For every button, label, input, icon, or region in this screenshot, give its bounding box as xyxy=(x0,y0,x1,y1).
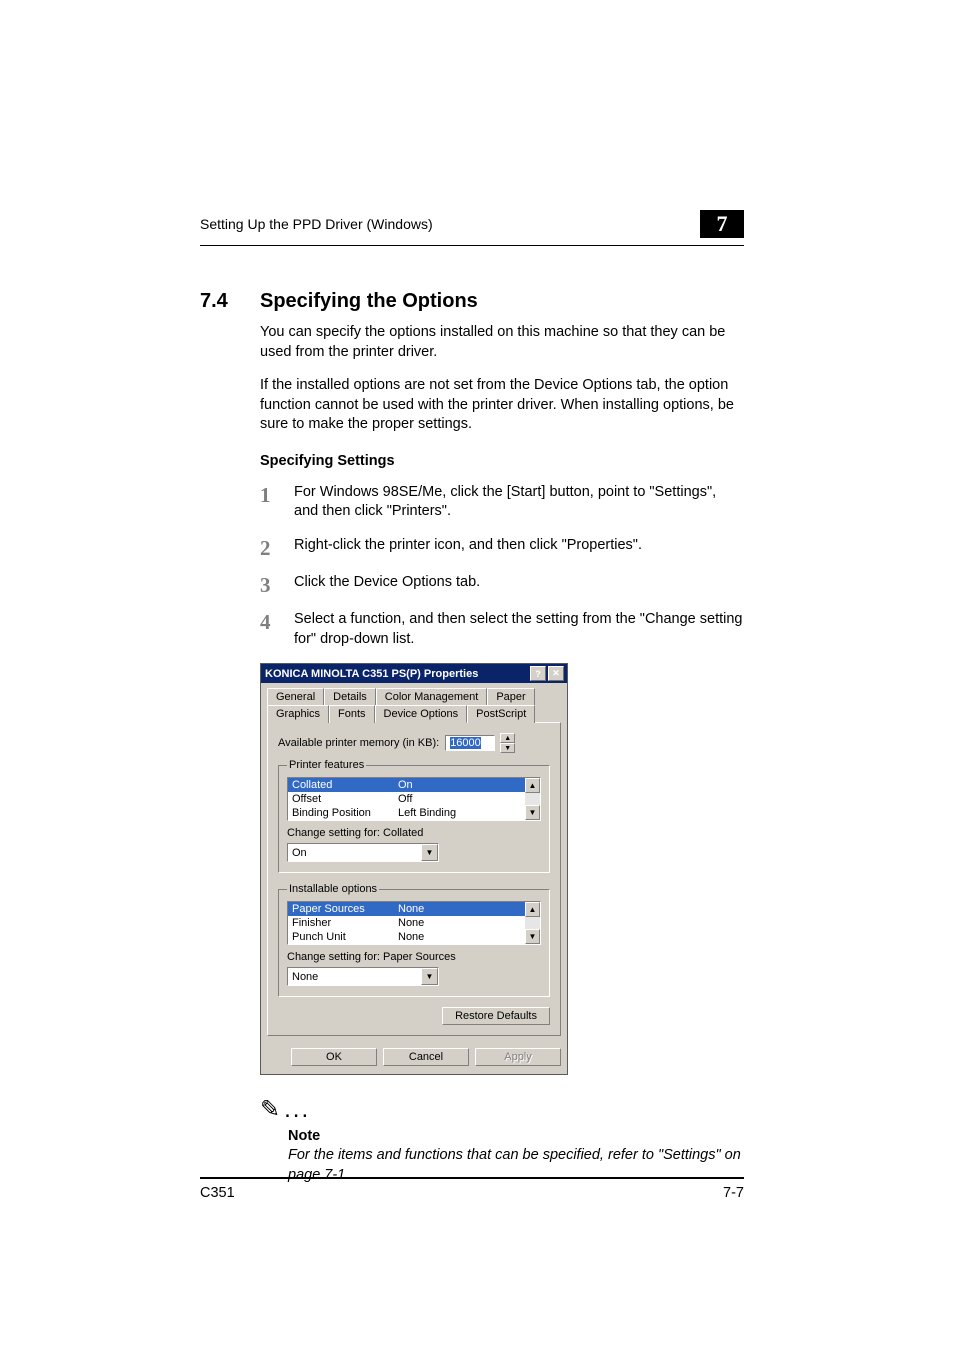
scroll-down-icon[interactable]: ▼ xyxy=(525,929,540,944)
list-item: CollatedOn xyxy=(288,778,525,792)
sub-heading: Specifying Settings xyxy=(260,453,744,469)
section-para-1: You can specify the options installed on… xyxy=(260,323,744,362)
tab-postscript[interactable]: PostScript xyxy=(467,705,535,723)
installable-options-legend: Installable options xyxy=(287,883,379,895)
available-memory-input[interactable]: 16000 xyxy=(445,735,495,751)
cancel-button[interactable]: Cancel xyxy=(383,1048,469,1066)
step-row: 3 Click the Device Options tab. xyxy=(260,573,744,596)
list-item: OffsetOff xyxy=(288,792,525,806)
list-item: Binding PositionLeft Binding xyxy=(288,806,525,820)
scroll-down-icon[interactable]: ▼ xyxy=(525,805,540,820)
tab-paper[interactable]: Paper xyxy=(487,688,534,705)
step-number: 2 xyxy=(260,536,294,559)
tab-device-options[interactable]: Device Options xyxy=(375,705,468,723)
step-row: 1 For Windows 98SE/Me, click the [Start]… xyxy=(260,483,744,522)
step-row: 2 Right-click the printer icon, and then… xyxy=(260,536,744,559)
note-heading: Note xyxy=(288,1128,744,1144)
note-dots: ... xyxy=(284,1096,310,1123)
step-text: For Windows 98SE/Me, click the [Start] b… xyxy=(294,483,744,522)
footer-model: C351 xyxy=(200,1185,235,1201)
section-title: Specifying the Options xyxy=(260,290,478,313)
running-head-title: Setting Up the PPD Driver (Windows) xyxy=(200,216,433,232)
step-number: 1 xyxy=(260,483,294,506)
tab-fonts[interactable]: Fonts xyxy=(329,705,375,723)
features-change-select[interactable]: On ▼ xyxy=(287,843,439,862)
step-row: 4 Select a function, and then select the… xyxy=(260,610,744,649)
header-rule xyxy=(200,245,744,246)
chevron-down-icon[interactable]: ▼ xyxy=(421,844,438,861)
help-button[interactable]: ? xyxy=(530,666,546,681)
tab-general[interactable]: General xyxy=(267,688,324,705)
list-item: Paper SourcesNone xyxy=(288,902,525,916)
footer-page-number: 7-7 xyxy=(723,1185,744,1201)
tab-graphics[interactable]: Graphics xyxy=(267,705,329,723)
section-para-2: If the installed options are not set fro… xyxy=(260,376,744,435)
section-number: 7.4 xyxy=(200,290,260,313)
chapter-number-box: 7 xyxy=(700,210,744,238)
install-change-select[interactable]: None ▼ xyxy=(287,967,439,986)
dialog-title: KONICA MINOLTA C351 PS(P) Properties xyxy=(265,668,478,680)
step-text: Right-click the printer icon, and then c… xyxy=(294,536,642,556)
chevron-down-icon[interactable]: ▼ xyxy=(421,968,438,985)
close-button[interactable]: ✕ xyxy=(548,666,564,681)
installable-options-list[interactable]: Paper SourcesNone FinisherNone Punch Uni… xyxy=(287,901,541,945)
install-change-label: Change setting for: Paper Sources xyxy=(287,951,541,963)
step-text: Select a function, and then select the s… xyxy=(294,610,744,649)
printer-features-list[interactable]: CollatedOn OffsetOff Binding PositionLef… xyxy=(287,777,541,821)
properties-dialog: KONICA MINOLTA C351 PS(P) Properties ? ✕… xyxy=(260,663,568,1075)
scroll-up-icon[interactable]: ▲ xyxy=(525,778,540,793)
list-item: Punch UnitNone xyxy=(288,930,525,944)
tab-details[interactable]: Details xyxy=(324,688,376,705)
list-item: FinisherNone xyxy=(288,916,525,930)
tab-color-management[interactable]: Color Management xyxy=(376,688,488,705)
restore-defaults-button[interactable]: Restore Defaults xyxy=(442,1007,550,1025)
features-change-label: Change setting for: Collated xyxy=(287,827,541,839)
available-memory-label: Available printer memory (in KB): xyxy=(278,737,439,749)
step-number: 3 xyxy=(260,573,294,596)
apply-button[interactable]: Apply xyxy=(475,1048,561,1066)
step-number: 4 xyxy=(260,610,294,633)
pencil-icon: ✎ xyxy=(260,1096,280,1123)
memory-spinner-up[interactable]: ▲ xyxy=(500,733,515,743)
step-text: Click the Device Options tab. xyxy=(294,573,480,593)
scroll-up-icon[interactable]: ▲ xyxy=(525,902,540,917)
ok-button[interactable]: OK xyxy=(291,1048,377,1066)
memory-spinner-down[interactable]: ▼ xyxy=(500,743,515,753)
printer-features-legend: Printer features xyxy=(287,759,366,771)
footer-rule xyxy=(200,1177,744,1179)
